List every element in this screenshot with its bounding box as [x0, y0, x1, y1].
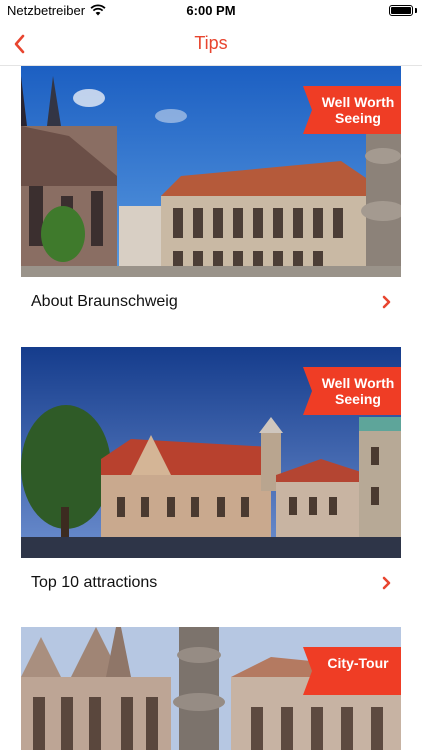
tip-card-about[interactable]: Well Worth Seeing About Braunschweig — [0, 66, 422, 331]
battery-icon — [389, 5, 413, 16]
navigation-bar: Tips — [0, 22, 422, 66]
tip-card-attractions[interactable]: Well Worth Seeing Top 10 attractions — [0, 347, 422, 612]
badge-ribbon: Well Worth Seeing — [303, 367, 401, 415]
status-bar: Netzbetreiber 6:00 PM — [0, 0, 422, 22]
badge-ribbon: City-Tour — [303, 647, 401, 695]
chevron-right-icon — [382, 295, 391, 309]
page-title: Tips — [194, 33, 228, 53]
card-image-town-hall: Well Worth Seeing — [21, 66, 401, 277]
tips-list[interactable]: Well Worth Seeing About Braunschweig Wel… — [0, 66, 422, 750]
clock: 6:00 PM — [186, 3, 236, 18]
tip-card-city-tour[interactable]: City-Tour — [0, 627, 422, 750]
battery-nub — [415, 8, 417, 13]
chevron-right-icon — [382, 576, 391, 590]
card-title: Top 10 attractions — [31, 574, 158, 591]
card-title: About Braunschweig — [31, 293, 178, 310]
card-image-castle-square: Well Worth Seeing — [21, 347, 401, 558]
card-image-old-town: City-Tour — [21, 627, 401, 750]
badge-ribbon: Well Worth Seeing — [303, 86, 401, 134]
